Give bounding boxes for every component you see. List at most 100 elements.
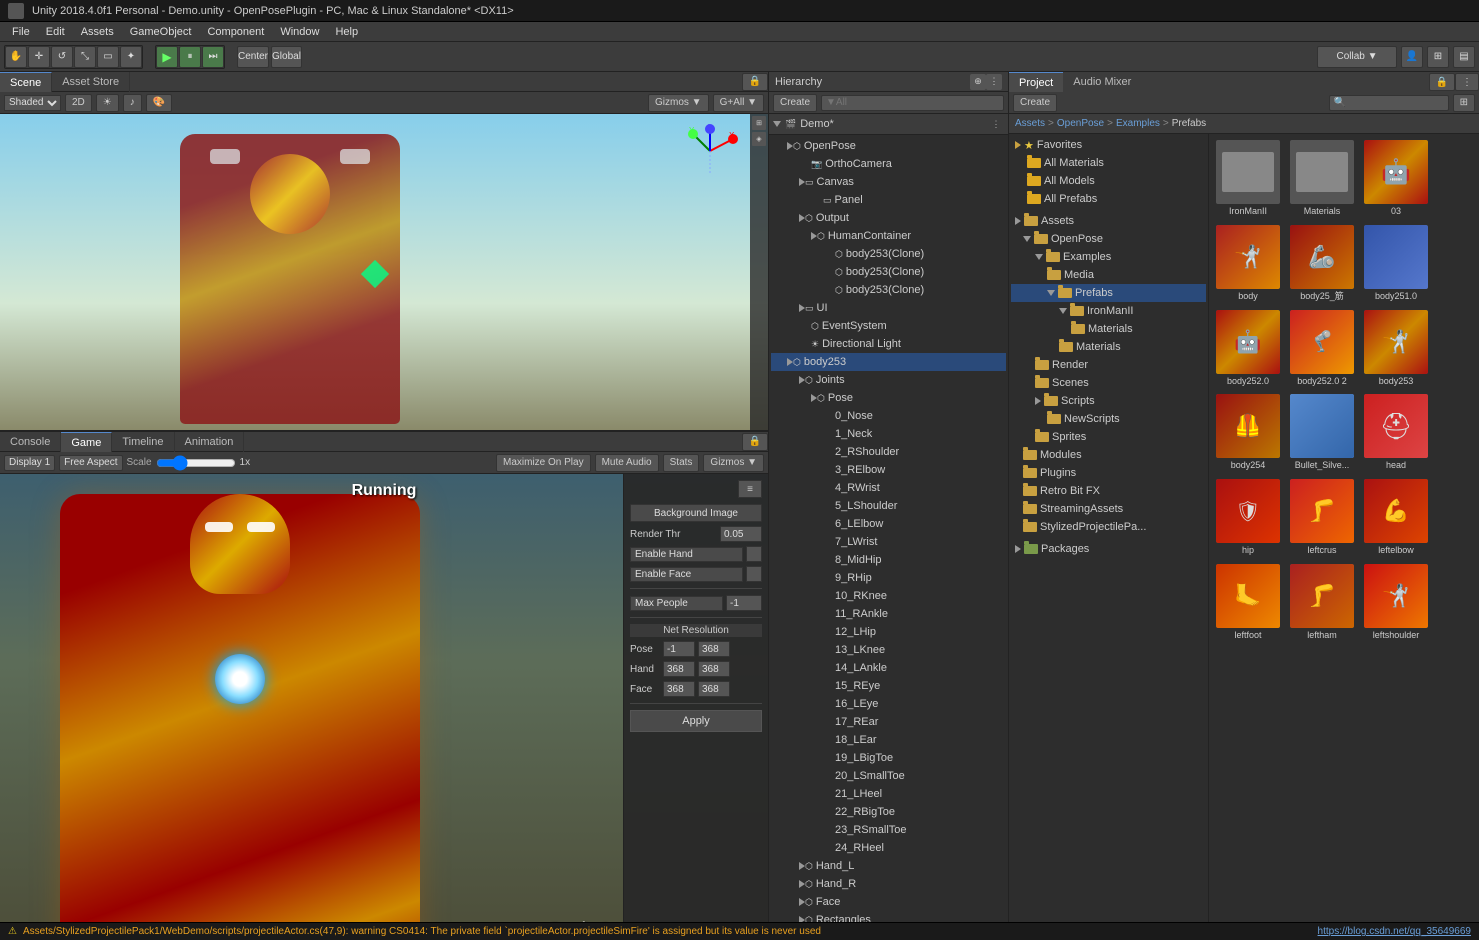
tree-prefabs[interactable]: Prefabs xyxy=(1011,284,1206,302)
hierarchy-search-input[interactable] xyxy=(821,95,1004,111)
scene-lock-button[interactable]: 🔒 xyxy=(742,73,768,91)
game-gizmos-btn[interactable]: Gizmos ▼ xyxy=(703,454,764,472)
2d-button[interactable]: 2D xyxy=(65,94,92,112)
tab-animation[interactable]: Animation xyxy=(175,432,245,452)
scene-effects-button[interactable]: 🎨 xyxy=(146,94,172,112)
menu-gameobject[interactable]: GameObject xyxy=(122,22,200,42)
asset-materials[interactable]: Materials xyxy=(1287,138,1357,219)
enable-hand-checkbox[interactable] xyxy=(746,546,762,562)
tree-materials2[interactable]: Materials xyxy=(1011,338,1206,356)
tree-item-face[interactable]: ⬡Face xyxy=(771,893,1006,911)
tree-assets[interactable]: Assets xyxy=(1011,212,1206,230)
max-people-input[interactable] xyxy=(726,595,762,611)
tree-packages[interactable]: Packages xyxy=(1011,540,1206,558)
call-all-button[interactable]: G+All ▼ xyxy=(713,94,764,112)
asset-bullet-silver[interactable]: Bullet_Silve... xyxy=(1287,392,1357,473)
tree-item-3relbow[interactable]: 3_RElbow xyxy=(771,461,1006,479)
tree-item-13lknee[interactable]: 13_LKnee xyxy=(771,641,1006,659)
center-button[interactable]: Center xyxy=(237,46,269,68)
menu-help[interactable]: Help xyxy=(327,22,366,42)
tree-stylizedprojectile[interactable]: StylizedProjectilePa... xyxy=(1011,518,1206,536)
menu-assets[interactable]: Assets xyxy=(73,22,122,42)
scale-slider[interactable] xyxy=(156,458,236,468)
tab-game[interactable]: Game xyxy=(61,432,112,452)
asset-body[interactable]: 🤺 body xyxy=(1213,223,1283,304)
apply-button[interactable]: Apply xyxy=(630,710,762,732)
tree-item-eventsystem[interactable]: ⬡ EventSystem xyxy=(771,317,1006,335)
project-lock-btn[interactable]: 🔒 xyxy=(1429,73,1455,91)
tree-item-20lsmalltoe[interactable]: 20_LSmallToe xyxy=(771,767,1006,785)
multi-tool[interactable]: ✦ xyxy=(120,46,142,68)
tree-render[interactable]: Render xyxy=(1011,356,1206,374)
asset-leftcrus[interactable]: 🦵 leftcrus xyxy=(1287,477,1357,558)
tab-audio-mixer[interactable]: Audio Mixer xyxy=(1063,72,1141,92)
tree-scenes[interactable]: Scenes xyxy=(1011,374,1206,392)
enable-face-checkbox[interactable] xyxy=(746,566,762,582)
layers-button[interactable]: ⊞ xyxy=(1427,46,1449,68)
tree-item-output[interactable]: ⬡ Output xyxy=(771,209,1006,227)
tab-project[interactable]: Project xyxy=(1009,72,1063,92)
tree-favorites[interactable]: ★ Favorites xyxy=(1011,136,1206,154)
tree-item-body253-1[interactable]: ⬡ body253(Clone) xyxy=(771,245,1006,263)
tree-item-2rshoulder[interactable]: 2_RShoulder xyxy=(771,443,1006,461)
tree-item-7lwrist[interactable]: 7_LWrist xyxy=(771,533,1006,551)
scene-light-button[interactable]: ☀ xyxy=(96,94,119,112)
tree-ironmanii[interactable]: IronManII xyxy=(1011,302,1206,320)
tree-item-humancontainer[interactable]: ⬡ HumanContainer xyxy=(771,227,1006,245)
asset-head[interactable]: ⛑ head xyxy=(1361,392,1431,473)
project-create-btn[interactable]: Create xyxy=(1013,94,1057,112)
tree-item-8midhip[interactable]: 8_MidHip xyxy=(771,551,1006,569)
asset-body254[interactable]: 🦺 body254 xyxy=(1213,392,1283,473)
controls-menu-button[interactable]: ≡ xyxy=(738,480,762,498)
game-lock-button[interactable]: 🔒 xyxy=(742,433,768,451)
tree-examples[interactable]: Examples xyxy=(1011,248,1206,266)
face-val2-input[interactable] xyxy=(698,681,730,697)
asset-hip[interactable]: 🛡 hip xyxy=(1213,477,1283,558)
tree-item-10rknee[interactable]: 10_RKnee xyxy=(771,587,1006,605)
status-url[interactable]: https://blog.csdn.net/qq_35649669 xyxy=(1318,926,1471,937)
tree-item-17rear[interactable]: 17_REar xyxy=(771,713,1006,731)
tree-item-23rsmalltoe[interactable]: 23_RSmallToe xyxy=(771,821,1006,839)
asset-ironmanii[interactable]: IronManII xyxy=(1213,138,1283,219)
tree-item-21lheel[interactable]: 21_LHeel xyxy=(771,785,1006,803)
tree-item-9rhip[interactable]: 9_RHip xyxy=(771,569,1006,587)
account-button[interactable]: 👤 xyxy=(1401,46,1423,68)
step-button[interactable]: ⏭ xyxy=(202,46,224,68)
tree-newscripts[interactable]: NewScripts xyxy=(1011,410,1206,428)
collab-button[interactable]: Collab ▼ xyxy=(1317,46,1397,68)
tree-modules[interactable]: Modules xyxy=(1011,446,1206,464)
game-view[interactable]: Running 19.3 FPS People: 1 ≡ Background … xyxy=(0,474,768,940)
tree-item-canvas[interactable]: ▭ Canvas xyxy=(771,173,1006,191)
tree-item-directionallight[interactable]: ☀ Directional Light xyxy=(771,335,1006,353)
tree-plugins[interactable]: Plugins xyxy=(1011,464,1206,482)
asset-body252[interactable]: 🤖 body252.0 xyxy=(1213,308,1283,389)
asset-leftham[interactable]: 🦵 leftham xyxy=(1287,562,1357,643)
move-tool[interactable]: ✛ xyxy=(28,46,50,68)
maximize-on-play-btn[interactable]: Maximize On Play xyxy=(496,454,591,472)
rotate-tool[interactable]: ↺ xyxy=(51,46,73,68)
tree-item-orthocamera[interactable]: 📷 OrthoCamera xyxy=(771,155,1006,173)
tree-item-18lear[interactable]: 18_LEar xyxy=(771,731,1006,749)
tree-item-0nose[interactable]: 0_Nose xyxy=(771,407,1006,425)
face-val1-input[interactable] xyxy=(663,681,695,697)
asset-leftelbow[interactable]: 💪 leftelbow xyxy=(1361,477,1431,558)
mute-audio-btn[interactable]: Mute Audio xyxy=(595,454,659,472)
tree-sprites[interactable]: Sprites xyxy=(1011,428,1206,446)
gizmos-button[interactable]: Gizmos ▼ xyxy=(648,94,709,112)
global-button[interactable]: Global xyxy=(271,46,302,68)
tab-scene[interactable]: Scene xyxy=(0,72,52,92)
tree-item-body253-2[interactable]: ⬡ body253(Clone) xyxy=(771,263,1006,281)
asset-leftfoot[interactable]: 🦶 leftfoot xyxy=(1213,562,1283,643)
render-thr-input[interactable] xyxy=(720,526,762,542)
asset-body25[interactable]: 🦾 body25_筋 xyxy=(1287,223,1357,304)
scene-strip-btn-1[interactable]: ⊞ xyxy=(752,116,766,130)
tree-item-24rheel[interactable]: 24_RHeel xyxy=(771,839,1006,857)
breadcrumb-openpose[interactable]: OpenPose xyxy=(1057,118,1104,129)
tree-all-prefabs[interactable]: All Prefabs xyxy=(1011,190,1206,208)
asset-leftshoulder[interactable]: 🤺 leftshoulder xyxy=(1361,562,1431,643)
tree-scripts[interactable]: Scripts xyxy=(1011,392,1206,410)
tree-item-14lankle[interactable]: 14_LAnkle xyxy=(771,659,1006,677)
menu-file[interactable]: File xyxy=(4,22,38,42)
shading-mode-select[interactable]: Shaded xyxy=(4,95,61,111)
background-image-btn[interactable]: Background Image xyxy=(630,504,762,522)
